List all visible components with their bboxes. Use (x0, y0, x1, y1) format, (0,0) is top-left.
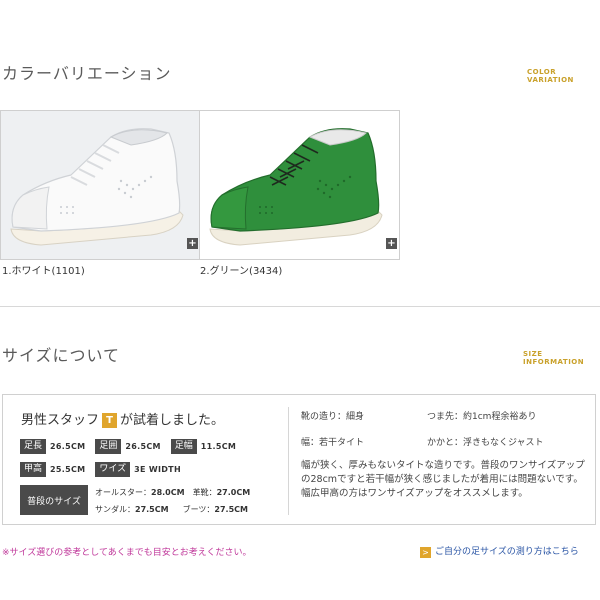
green-sneaker-image (200, 111, 399, 259)
staff-comment: 幅が狭く、厚みもないタイトな造りです。普段のワンサイズアップの28cmですと若干… (301, 460, 585, 499)
foot-measure-link[interactable]: > ご自分の足サイズの測り方はこちら (420, 544, 579, 558)
measures-row-2: 甲高 25.5CM ワイズ 3E WIDTH (20, 462, 181, 477)
enlarge-green-button[interactable]: + (386, 238, 397, 249)
product-image-white[interactable]: + (0, 110, 201, 260)
usual-size-name: ブーツ： (182, 505, 215, 514)
fit-heel-label: かかと：浮きもなくジャスト (427, 438, 544, 448)
measure-value: 11.5CM (200, 442, 237, 451)
product-caption-green: 2.グリーン(3434) (200, 266, 283, 277)
measure-label: 足幅 (170, 439, 197, 454)
measure-label: 甲高 (20, 462, 47, 477)
arrow-right-icon: > (420, 547, 431, 558)
size-info-title-en: SIZE INFORMATION (523, 350, 585, 366)
size-info-title: サイズについて (2, 346, 121, 365)
measure-value: 26.5CM (125, 442, 161, 451)
usual-size-value: 27.5CM (214, 505, 248, 514)
enlarge-white-button[interactable]: + (187, 238, 198, 249)
usual-size-label: 普段のサイズ (20, 485, 88, 515)
usual-size-value: 28.0CM (151, 488, 185, 497)
usual-size-name: サンダル： (95, 505, 135, 514)
staff-prefix: 男性スタッフ (21, 413, 100, 428)
fit-toe-label: つま先：約1cm程余裕あり (427, 412, 537, 422)
color-variation-title-en: COLOR VARIATION (527, 68, 574, 84)
usual-size-name: 革靴： (192, 488, 217, 497)
section-divider (0, 306, 600, 307)
measures-row-1: 足長 26.5CM 足囲 26.5CM 足幅 11.5CM (20, 439, 236, 454)
product-caption-white: 1.ホワイト(1101) (2, 266, 85, 277)
measure-label: ワイズ (95, 462, 131, 477)
usual-size-value: 27.5CM (135, 505, 169, 514)
usual-size-value: 27.0CM (216, 488, 251, 497)
measure-label: 足長 (20, 439, 47, 454)
fit-width-label: 幅：若干タイト (301, 438, 365, 448)
usual-size-list: オールスター：28.0CM 革靴：27.0CM サンダル：27.5CM ブーツ：… (95, 487, 250, 515)
white-sneaker-image (1, 111, 200, 259)
staff-suffix: が試着しました。 (120, 413, 225, 428)
color-variation-title: カラーバリエーション (2, 64, 172, 83)
foot-measure-link-text[interactable]: ご自分の足サイズの測り方はこちら (435, 547, 579, 557)
size-box-divider (288, 407, 289, 515)
usual-size-name: オールスター： (95, 488, 151, 497)
product-image-green[interactable]: + (199, 110, 400, 260)
measure-value: 3E WIDTH (134, 465, 181, 474)
fit-build-label: 靴の造り：細身 (301, 412, 365, 422)
staff-badge: T (102, 413, 118, 428)
measure-value: 25.5CM (50, 465, 86, 474)
measure-label: 足囲 (95, 439, 122, 454)
staff-line: 男性スタッフ T が試着しました。 (21, 409, 224, 428)
size-note: ※サイズ選びの参考としてあくまでも目安とお考えください。 (2, 548, 252, 558)
measure-value: 26.5CM (50, 442, 86, 451)
size-info-box: 男性スタッフ T が試着しました。 足長 26.5CM 足囲 26.5CM 足幅 1… (2, 394, 596, 525)
